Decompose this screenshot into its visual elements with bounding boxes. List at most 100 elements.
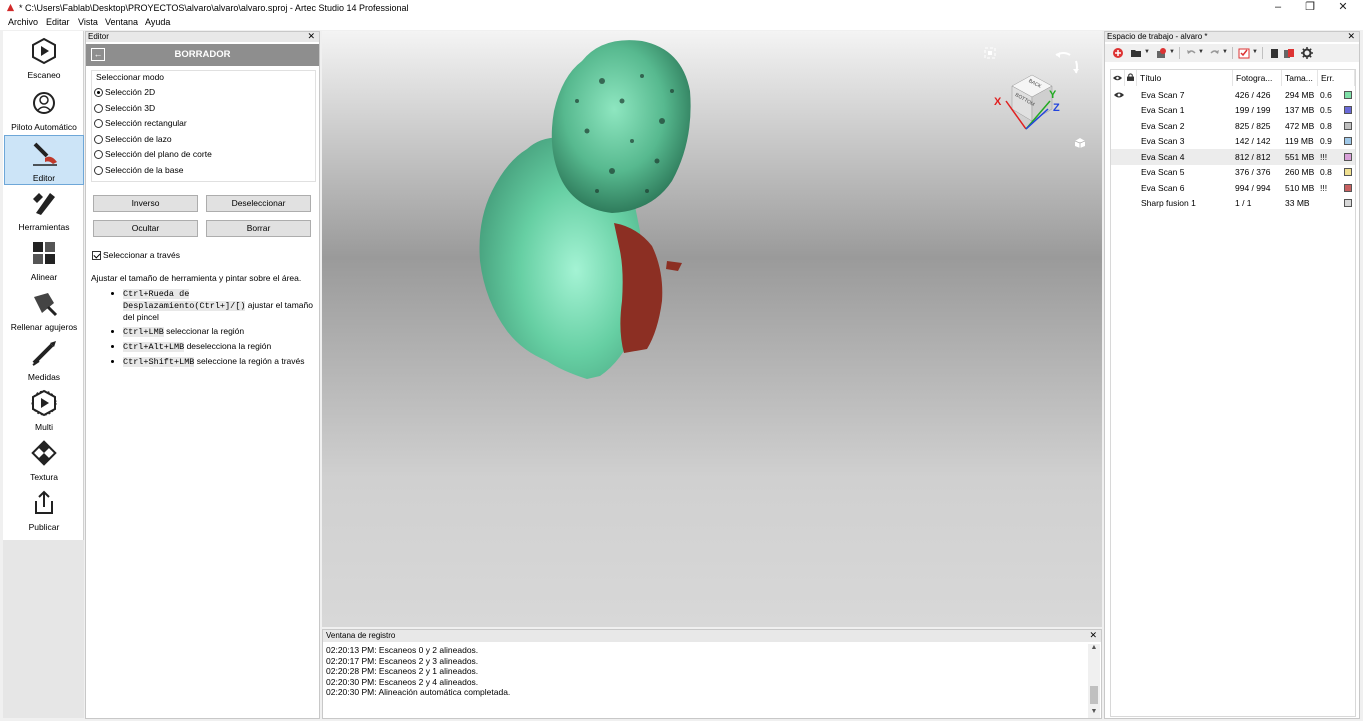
undo-icon[interactable]: [1185, 47, 1197, 59]
hide-button[interactable]: Ocultar: [93, 220, 198, 237]
import-icon[interactable]: [1155, 47, 1167, 59]
sidebar-item-rellenar-agujeros[interactable]: Rellenar agujeros: [4, 285, 84, 335]
menu-ventana[interactable]: Ventana: [105, 17, 138, 27]
sidebar-item-medidas[interactable]: Medidas: [4, 335, 84, 385]
window-title: * C:\Users\Fablab\Desktop\PROYECTOS\alva…: [19, 3, 409, 13]
sidebar-item-piloto-automatico[interactable]: Piloto Automático: [4, 85, 84, 135]
scan-error: 0.8: [1320, 167, 1332, 177]
3d-viewport[interactable]: BACK BOTTOM X Y Z: [322, 31, 1102, 627]
scan-color-swatch[interactable]: [1344, 106, 1352, 114]
menu-vista[interactable]: Vista: [78, 17, 98, 27]
mesh-head: [551, 40, 691, 213]
delete-scan-icon[interactable]: [1268, 47, 1280, 59]
log-scrollbar[interactable]: ▲ ▼: [1088, 644, 1100, 718]
view-cube[interactable]: BACK BOTTOM X Y Z: [992, 71, 1062, 131]
scan-frames: 994 / 994: [1235, 183, 1271, 193]
selection-mode-legend: Seleccionar modo: [96, 72, 165, 82]
radio-label: Selección 3D: [105, 103, 156, 113]
radio-seleccion-2d[interactable]: Selección 2D: [94, 87, 155, 99]
menu-archivo[interactable]: Archivo: [8, 17, 38, 27]
editor-close-icon[interactable]: ✕: [307, 31, 315, 42]
deselect-button[interactable]: Deseleccionar: [206, 195, 311, 212]
group-icon[interactable]: [1283, 47, 1295, 59]
select-all-icon[interactable]: [1238, 47, 1250, 59]
table-row[interactable]: Sharp fusion 1 1 / 1 33 MB: [1111, 195, 1355, 211]
menu-editar[interactable]: Editar: [46, 17, 70, 27]
scan-color-swatch[interactable]: [1344, 137, 1352, 145]
inverse-button[interactable]: Inverso: [93, 195, 198, 212]
publish-icon: [35, 490, 53, 514]
radio-seleccion-3d[interactable]: Selección 3D: [94, 103, 155, 115]
workspace-close-icon[interactable]: ✕: [1347, 31, 1355, 42]
column-header-titulo[interactable]: Título: [1137, 70, 1233, 86]
eye-icon: [1113, 75, 1122, 81]
log-line: 02:20:13 PM: Escaneos 0 y 2 alineados.: [326, 645, 479, 655]
table-row-selected[interactable]: Eva Scan 4 812 / 812 551 MB !!!: [1111, 149, 1355, 165]
checkbox-checked-icon: [92, 251, 101, 260]
scan-color-swatch[interactable]: [1344, 122, 1352, 130]
visible-eye-icon[interactable]: [1114, 92, 1124, 98]
sidebar-item-escaneo[interactable]: Escaneo: [4, 33, 84, 83]
shortcut-list: Ctrl+Rueda de Desplazamiento(Ctrl+]/[) a…: [91, 288, 316, 368]
sidebar-item-alinear[interactable]: Alinear: [4, 235, 84, 285]
minimize-button[interactable]: –: [1262, 0, 1294, 16]
menu-ayuda[interactable]: Ayuda: [145, 17, 170, 27]
table-row[interactable]: Eva Scan 7 426 / 426 294 MB 0.6: [1111, 87, 1355, 103]
restore-button[interactable]: ❐: [1294, 0, 1326, 16]
shortcut-key: Ctrl+Alt+LMB: [123, 342, 185, 352]
scan-size: 119 MB: [1285, 136, 1314, 146]
shortcut-desc: seleccione la región a través: [194, 356, 305, 366]
scan-color-swatch[interactable]: [1344, 199, 1352, 207]
scan-color-swatch[interactable]: [1344, 153, 1352, 161]
table-row[interactable]: Eva Scan 1 199 / 199 137 MB 0.5: [1111, 102, 1355, 118]
table-row[interactable]: Eva Scan 2 825 / 825 472 MB 0.8: [1111, 118, 1355, 134]
sidebar-item-herramientas[interactable]: Herramientas: [4, 185, 84, 235]
sidebar-item-editor[interactable]: Editor: [4, 135, 84, 185]
table-row[interactable]: Eva Scan 5 376 / 376 260 MB 0.8: [1111, 164, 1355, 180]
table-row[interactable]: Eva Scan 6 994 / 994 510 MB !!!: [1111, 180, 1355, 196]
add-scan-icon[interactable]: [1112, 47, 1124, 59]
radio-seleccion-rectangular[interactable]: Selección rectangular: [94, 118, 187, 130]
shortcut-key: Ctrl+LMB: [123, 327, 164, 337]
undo-dropdown-icon[interactable]: ▼: [1198, 49, 1204, 55]
column-header-tamano[interactable]: Tama...: [1282, 70, 1318, 86]
settings-gear-icon[interactable]: [1301, 47, 1313, 59]
scroll-thumb[interactable]: [1090, 686, 1098, 704]
erase-button[interactable]: Borrar: [206, 220, 311, 237]
radio-seleccion-base[interactable]: Selección de la base: [94, 165, 183, 177]
log-line: 02:20:30 PM: Escaneos 2 y 4 alineados.: [326, 676, 479, 687]
scroll-down-icon[interactable]: ▼: [1088, 708, 1100, 715]
column-header-fotogramas[interactable]: Fotogra...: [1233, 70, 1282, 86]
sidebar-item-publicar[interactable]: Publicar: [4, 485, 84, 535]
redo-dropdown-icon[interactable]: ▼: [1222, 49, 1228, 55]
log-close-icon[interactable]: ✕: [1089, 630, 1097, 641]
app-logo-icon: [6, 3, 15, 12]
radio-seleccion-lazo[interactable]: Selección de lazo: [94, 134, 172, 146]
close-button[interactable]: ✕: [1327, 0, 1359, 16]
redo-icon[interactable]: [1209, 47, 1221, 59]
lock-column-header[interactable]: [1125, 70, 1137, 86]
open-dropdown-icon[interactable]: ▼: [1144, 49, 1150, 55]
scan-color-swatch[interactable]: [1344, 184, 1352, 192]
select-through-checkbox[interactable]: Seleccionar a través: [92, 250, 180, 260]
shortcut-item: Ctrl+Rueda de Desplazamiento(Ctrl+]/[) a…: [123, 288, 316, 323]
sidebar-item-multi[interactable]: Multi: [4, 385, 84, 435]
scan-title: Sharp fusion 1: [1141, 198, 1196, 208]
visibility-column-header[interactable]: [1111, 70, 1125, 86]
sidebar-item-textura[interactable]: Textura: [4, 435, 84, 485]
column-header-error[interactable]: Err.: [1318, 70, 1355, 86]
fit-view-icon[interactable]: [984, 47, 996, 59]
scan-title: Eva Scan 2: [1141, 121, 1185, 131]
scan-error: 0.6: [1320, 90, 1332, 100]
scan-color-swatch[interactable]: [1344, 91, 1352, 99]
scan-color-swatch[interactable]: [1344, 168, 1352, 176]
perspective-cube-icon[interactable]: [1074, 137, 1086, 149]
open-folder-icon[interactable]: [1130, 47, 1142, 59]
import-dropdown-icon[interactable]: ▼: [1169, 49, 1175, 55]
select-dropdown-icon[interactable]: ▼: [1252, 49, 1258, 55]
log-window: Ventana de registro ✕ 02:20:13 PM: Escan…: [322, 629, 1102, 719]
table-row[interactable]: Eva Scan 3 142 / 142 119 MB 0.9: [1111, 133, 1355, 149]
tool-title: BORRADOR: [174, 49, 231, 60]
radio-seleccion-plano-corte[interactable]: Selección del plano de corte: [94, 149, 212, 161]
scroll-up-icon[interactable]: ▲: [1088, 644, 1100, 651]
